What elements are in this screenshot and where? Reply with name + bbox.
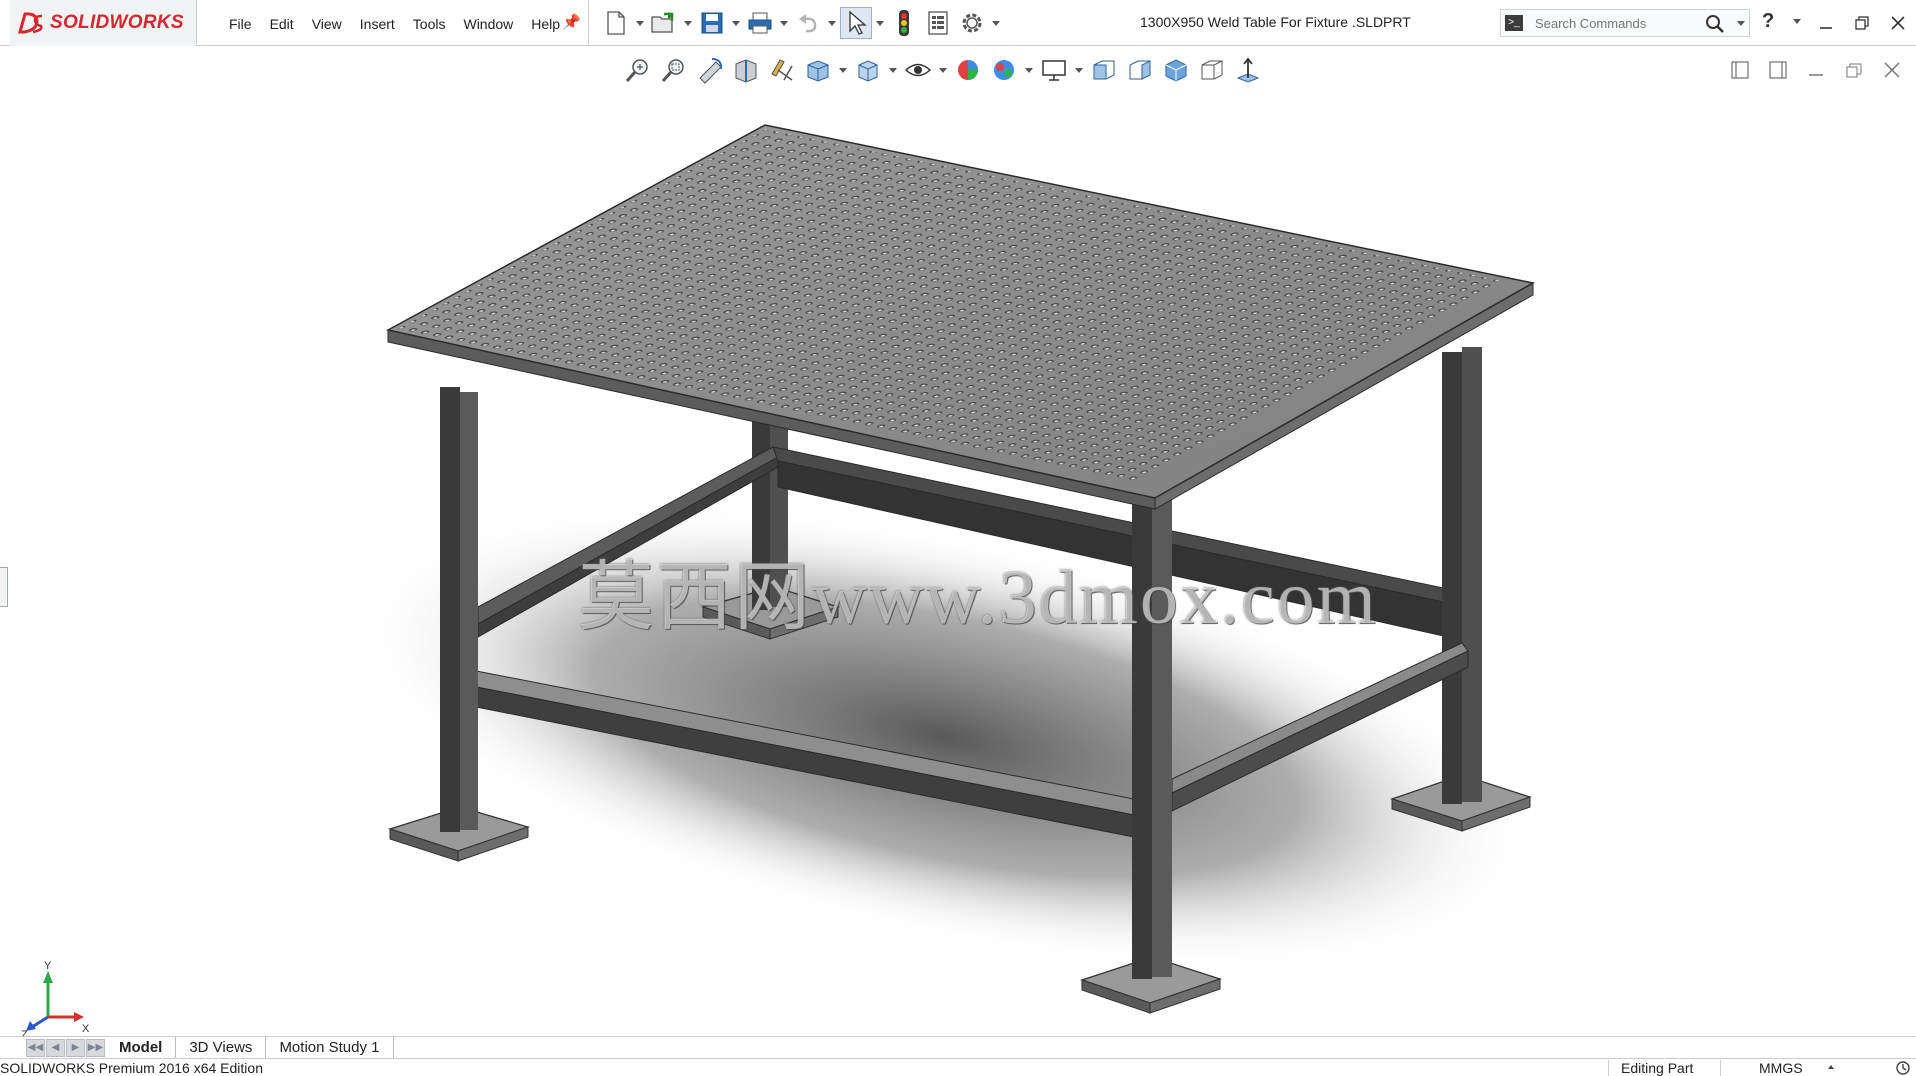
model-tab-bar: ◀◀ ◀ ▶ ▶▶ Model 3D Views Motion Study 1	[0, 1036, 1916, 1058]
solidworks-window: SOLIDWORKS File Edit View Insert Tools Window…	[0, 0, 1916, 1076]
open-dropdown[interactable]	[682, 7, 694, 39]
options-gear-icon[interactable]	[956, 7, 988, 39]
document-title: 1300X950 Weld Table For Fixture .SLDPRT	[1140, 14, 1411, 30]
brand-wordmark: SOLIDWORKS	[50, 12, 184, 33]
status-edition: SOLIDWORKS Premium 2016 x64 Edition	[0, 1060, 263, 1076]
new-document-dropdown[interactable]	[634, 7, 646, 39]
title-bar: SOLIDWORKS File Edit View Insert Tools Window…	[0, 0, 1916, 46]
help-dropdown[interactable]	[1793, 19, 1801, 24]
select-arrow-icon[interactable]	[840, 7, 872, 39]
tab-3d-views[interactable]: 3D Views	[176, 1037, 267, 1058]
search-dropdown[interactable]	[1737, 21, 1745, 26]
minimize-window-icon[interactable]	[1812, 10, 1840, 36]
tab-scroll-arrows: ◀◀ ◀ ▶ ▶▶	[26, 1037, 106, 1058]
units-dropdown-icon[interactable]	[1828, 1065, 1834, 1069]
solidworks-logo[interactable]: SOLIDWORKS	[10, 0, 197, 46]
triad-x-label: X	[82, 1023, 90, 1035]
pin-menu-icon[interactable]: 📌	[562, 13, 581, 31]
save-icon[interactable]	[696, 7, 728, 39]
undo-icon[interactable]	[792, 7, 824, 39]
tabs: Model 3D Views Motion Study 1	[106, 1037, 394, 1058]
menu-edit[interactable]: Edit	[261, 14, 303, 34]
menu-separator	[588, 0, 589, 46]
feature-manager-handle[interactable]	[0, 567, 8, 607]
previous-tab-icon[interactable]: ◀	[46, 1038, 65, 1057]
search-icon[interactable]	[1705, 14, 1725, 39]
restore-window-icon[interactable]	[1848, 10, 1876, 36]
watermark-text: 莫西网www.3dmox.com	[578, 556, 1378, 640]
triad-y-label: Y	[44, 960, 52, 972]
print-dropdown[interactable]	[778, 7, 790, 39]
menu-tools[interactable]: Tools	[404, 14, 455, 34]
menu-view[interactable]: View	[303, 14, 351, 34]
command-prompt-icon: >_	[1505, 15, 1523, 31]
first-tab-icon[interactable]: ◀◀	[26, 1038, 45, 1057]
last-tab-icon[interactable]: ▶▶	[86, 1038, 105, 1057]
rebuild-icon[interactable]	[888, 7, 920, 39]
rebuild-status-icon[interactable]	[1894, 1059, 1912, 1076]
search-input[interactable]	[1535, 15, 1705, 31]
undo-dropdown[interactable]	[826, 7, 838, 39]
next-tab-icon[interactable]: ▶	[66, 1038, 85, 1057]
ds-logo-icon	[18, 12, 43, 34]
graphics-area[interactable]: 莫西网www.3dmox.com Y X Z	[0, 47, 1916, 1039]
tab-model[interactable]: Model	[106, 1037, 177, 1058]
menu-insert[interactable]: Insert	[351, 14, 404, 34]
select-dropdown[interactable]	[874, 7, 886, 39]
options-dropdown[interactable]	[990, 7, 1002, 39]
open-icon[interactable]	[648, 7, 680, 39]
perforated-table-top[interactable]	[385, 124, 1536, 510]
menu-window[interactable]: Window	[454, 14, 522, 34]
new-document-icon[interactable]	[600, 7, 632, 39]
tab-motion-study-1[interactable]: Motion Study 1	[266, 1037, 394, 1058]
search-commands-box[interactable]: >_	[1500, 9, 1750, 37]
print-icon[interactable]	[744, 7, 776, 39]
help-icon[interactable]: ?	[1762, 10, 1774, 33]
units-selector[interactable]: MMGS	[1720, 1060, 1840, 1076]
save-dropdown[interactable]	[730, 7, 742, 39]
status-editing-mode: Editing Part	[1608, 1060, 1693, 1076]
reference-triad-icon: Y X Z	[21, 960, 90, 1039]
menu-file[interactable]: File	[220, 14, 261, 34]
menu-bar: File Edit View Insert Tools Window Help	[220, 14, 569, 34]
file-properties-icon[interactable]	[922, 7, 954, 39]
quick-access-toolbar	[600, 6, 1002, 40]
status-bar: SOLIDWORKS Premium 2016 x64 Edition Edit…	[0, 1058, 1916, 1076]
close-window-icon[interactable]	[1884, 10, 1912, 36]
